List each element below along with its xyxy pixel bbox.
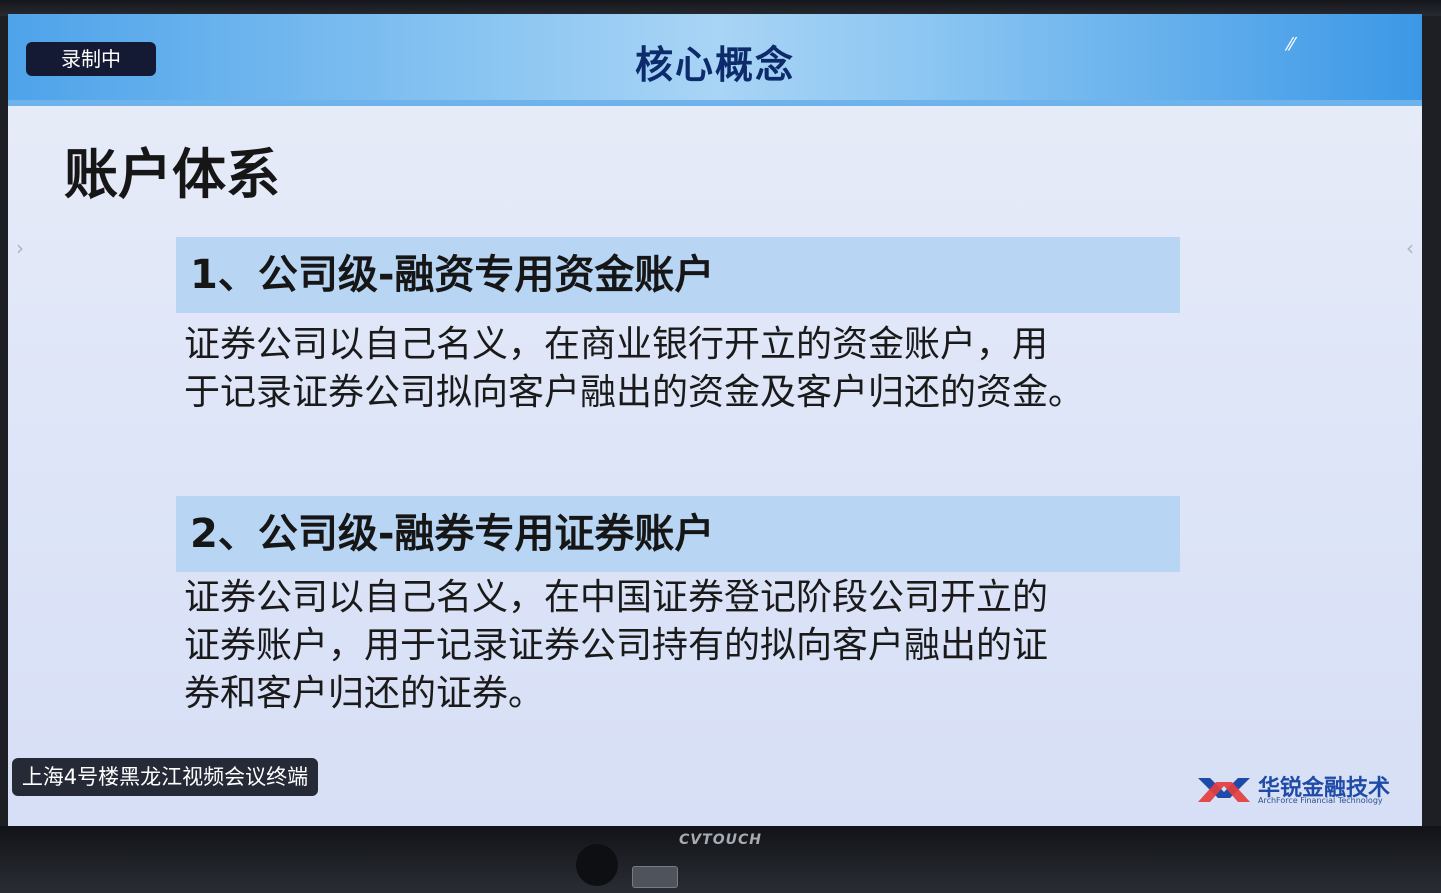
item-body-securities-account: 证券公司以自己名义，在中国证券登记阶段公司开立的 证券账户，用于记录证券公司持有… bbox=[184, 574, 1194, 718]
corner-glare-icon: ⁄⁄ bbox=[1287, 34, 1294, 55]
item-body-financing-account: 证券公司以自己名义，在商业银行开立的资金账户，用 于记录证券公司拟向客户融出的资… bbox=[184, 321, 1194, 417]
slide-header-bar: 核心概念 录制中 ⁄⁄ bbox=[8, 14, 1422, 100]
monitor-brand: CVTOUCH bbox=[679, 832, 762, 848]
item-heading-financing-account: 1、公司级-融资专用资金账户 bbox=[176, 237, 1180, 313]
recording-badge: 录制中 bbox=[26, 42, 156, 76]
section-title: 账户体系 bbox=[64, 143, 280, 206]
header-stripe bbox=[8, 100, 1422, 106]
body-line: 证券账户，用于记录证券公司持有的拟向客户融出的证 bbox=[184, 625, 1049, 666]
sensor-icon bbox=[632, 866, 678, 888]
body-line: 于记录证券公司拟向客户融出的资金及客户归还的资金。 bbox=[184, 372, 1085, 413]
item-heading-securities-account: 2、公司级-融券专用证券账户 bbox=[176, 496, 1180, 572]
camera-icon bbox=[576, 844, 618, 886]
slide-header-title: 核心概念 bbox=[634, 43, 795, 87]
presentation-screen: 核心概念 录制中 ⁄⁄ › ‹ 账户体系 1、公司级-融资专用资金账户 证券公司… bbox=[8, 14, 1422, 826]
video-terminal-label: 上海4号楼黑龙江视频会议终端 bbox=[12, 758, 318, 796]
body-line: 证券公司以自己名义，在商业银行开立的资金账户，用 bbox=[184, 324, 1049, 365]
archforce-logo-icon bbox=[1198, 778, 1250, 802]
body-line: 券和客户归还的证券。 bbox=[184, 673, 545, 714]
company-logo: 华锐金融技术 ArchForce Financial Technology bbox=[1196, 770, 1396, 810]
chevron-left-icon[interactable]: ‹ bbox=[1406, 236, 1414, 260]
body-line: 证券公司以自己名义，在中国证券登记阶段公司开立的 bbox=[184, 577, 1049, 618]
monitor-bezel-bottom: CVTOUCH bbox=[0, 826, 1441, 893]
chevron-right-icon[interactable]: › bbox=[16, 236, 24, 260]
logo-text-en: ArchForce Financial Technology bbox=[1258, 796, 1383, 805]
